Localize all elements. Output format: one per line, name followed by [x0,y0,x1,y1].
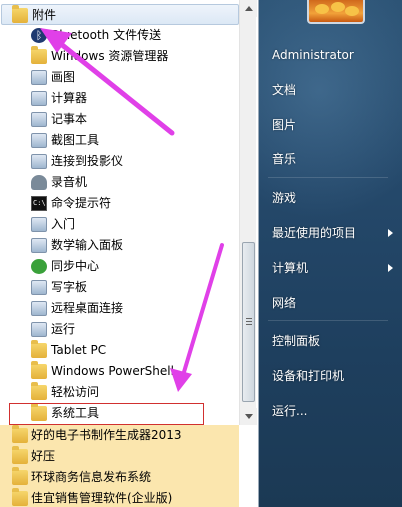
folder-business-info[interactable]: 环球商务信息发布系统 [0,467,239,488]
item-label: Windows 资源管理器 [51,49,169,63]
selection-highlight-box [9,403,204,425]
item-label: 好的电子书制作生成器2013 [31,428,182,442]
item-label: 入门 [51,217,76,231]
item-label: 录音机 [51,175,88,189]
folder-icon [31,382,47,400]
submenu-arrow-icon [388,264,393,272]
cmd-icon: C:\ [31,196,47,211]
right-separator [268,320,388,321]
item-label: 记事本 [51,112,88,126]
scroll-up-icon[interactable] [240,0,257,17]
programs-list: 附件 ᛒ Bluetooth 文件传送 Windows 资源管理器 画图 计算器… [0,0,259,507]
folder-icon [31,340,47,358]
right-item-devices-printers[interactable]: 设备和打印机 [272,366,344,386]
folder-ebook-maker[interactable]: 好的电子书制作生成器2013 [0,425,239,446]
item-label: 计算器 [51,91,88,105]
item-label: 好压 [31,449,56,463]
scroll-down-icon[interactable] [240,408,257,425]
right-item-music[interactable]: 音乐 [272,149,296,169]
folder-accessories-header[interactable]: 附件 [1,4,239,25]
item-label: 轻松访问 [51,385,100,399]
notepad-icon [31,112,47,127]
folder-icon [12,446,28,464]
item-label: Bluetooth 文件传送 [51,28,162,42]
item-label: 数学输入面板 [51,238,124,252]
right-item-run[interactable]: 运行... [272,401,307,421]
folder-haozip[interactable]: 好压 [0,446,239,467]
item-label: 佳宜销售管理软件(企业版) [31,491,173,505]
folder-icon [31,361,47,379]
vertical-scrollbar[interactable] [239,0,257,425]
folder-icon [12,5,28,23]
item-label: 写字板 [51,280,88,294]
submenu-arrow-icon [388,229,393,237]
right-item-control-panel[interactable]: 控制面板 [272,331,320,351]
item-label: Windows PowerShell [51,364,174,378]
item-label: 同步中心 [51,259,100,273]
item-label: 命令提示符 [51,196,112,210]
remote-desktop-icon [31,301,47,316]
snipping-icon [31,133,47,148]
bluetooth-icon: ᛒ [31,28,47,43]
math-input-icon [31,238,47,253]
scrollbar-thumb[interactable] [242,242,255,402]
item-label: 连接到投影仪 [51,154,124,168]
folder-icon [12,425,28,443]
item-label: 远程桌面连接 [51,301,124,315]
folder-sales-manager[interactable]: 佳宜销售管理软件(企业版) [0,488,239,507]
explorer-icon [31,46,47,64]
paint-icon [31,70,47,85]
right-item-network[interactable]: 网络 [272,293,296,313]
right-item-games[interactable]: 游戏 [272,188,296,208]
user-avatar[interactable] [307,0,365,24]
right-item-documents[interactable]: 文档 [272,80,296,100]
right-item-recent[interactable]: 最近使用的项目 [272,223,356,243]
projector-icon [31,154,47,169]
right-item-computer[interactable]: 计算机 [272,258,308,278]
item-label: 截图工具 [51,133,100,147]
calculator-icon [31,91,47,106]
run-icon [31,322,47,337]
sync-icon [31,259,47,274]
right-item-administrator[interactable]: Administrator [272,45,354,65]
item-label: 运行 [51,322,76,336]
item-label: 环球商务信息发布系统 [31,470,152,484]
folder-label: 附件 [32,8,57,22]
right-separator [268,177,388,178]
wordpad-icon [31,280,47,295]
getting-started-icon [31,217,47,232]
item-label: 画图 [51,70,76,84]
folder-icon [12,467,28,485]
grip-icon [246,318,252,325]
right-item-pictures[interactable]: 图片 [272,115,296,135]
folder-icon [12,488,28,506]
right-pane [259,0,402,507]
item-label: Tablet PC [51,343,107,357]
microphone-icon [31,175,47,190]
